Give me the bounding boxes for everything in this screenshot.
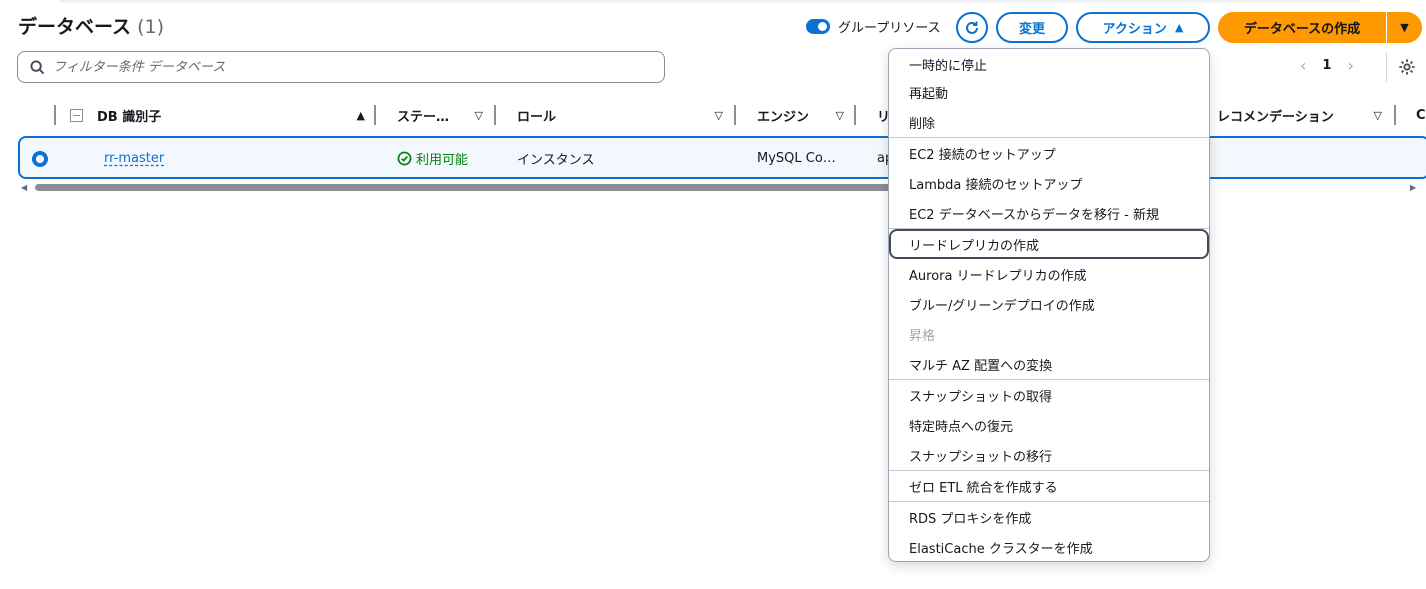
actions-dropdown-menu: 一時的に停止 再起動 削除 EC2 接続のセットアップ Lambda 接続のセッ… [888, 48, 1210, 562]
column-db-identifier[interactable]: DB 識別子 ▲ [97, 100, 365, 130]
column-role[interactable]: ロール ▽ [517, 100, 723, 130]
sort-icon: ▽ [835, 108, 844, 122]
column-status[interactable]: ステー… ▽ [397, 100, 483, 130]
menu-item-migrate-from-ec2[interactable]: EC2 データベースからデータを移行 - 新規 [889, 198, 1209, 228]
menu-item-lambda-connection[interactable]: Lambda 接続のセットアップ [889, 168, 1209, 198]
column-divider [374, 105, 376, 125]
refresh-button[interactable] [956, 12, 988, 43]
scroll-right-icon[interactable]: ▶ [1410, 183, 1416, 192]
search-icon [30, 59, 45, 74]
sort-icon: ▽ [474, 108, 483, 122]
menu-item-take-snapshot[interactable]: スナップショットの取得 [889, 380, 1209, 410]
column-divider [854, 105, 856, 125]
group-resources-toggle[interactable]: グループリソース [806, 17, 941, 36]
engine-cell: MySQL Co… [757, 150, 836, 166]
status-badge: 利用可能 [397, 138, 468, 178]
resource-count: (1) [137, 16, 164, 38]
toggle-switch[interactable] [806, 19, 830, 34]
menu-item-delete[interactable]: 削除 [889, 107, 1209, 137]
column-divider [494, 105, 496, 125]
row-radio[interactable] [32, 151, 48, 167]
pagination: ‹ 1 › [1300, 56, 1354, 75]
actions-button[interactable]: アクション ▲ [1076, 12, 1210, 43]
preferences-button[interactable] [1398, 58, 1416, 80]
chevron-right-icon[interactable]: › [1347, 56, 1353, 75]
scroll-thumb[interactable] [35, 184, 895, 191]
page-number[interactable]: 1 [1322, 58, 1331, 73]
column-engine[interactable]: エンジン ▽ [757, 100, 844, 130]
column-recommendations[interactable]: レコメンデーション ▽ [1217, 100, 1382, 130]
caret-up-icon: ▲ [1174, 21, 1184, 34]
page-title: データベース (1) [18, 16, 164, 38]
menu-item-create-read-replica[interactable]: リードレプリカの作成 [889, 229, 1209, 259]
divider [1386, 52, 1387, 82]
top-shadow [60, 0, 1360, 4]
menu-item-create-elasticache[interactable]: ElastiCache クラスターを作成 [889, 532, 1209, 561]
menu-item-point-in-time-restore[interactable]: 特定時点への復元 [889, 410, 1209, 440]
actions-label: アクション [1102, 22, 1167, 37]
menu-item-convert-multi-az[interactable]: マルチ AZ 配置への変換 [889, 349, 1209, 379]
chevron-left-icon[interactable]: ‹ [1300, 56, 1306, 75]
group-resources-label: グループリソース [838, 21, 941, 36]
menu-item-reboot[interactable]: 再起動 [889, 77, 1209, 107]
db-identifier-link[interactable]: rr-master [104, 138, 164, 178]
column-divider [1394, 105, 1396, 125]
menu-item-stop-temporarily[interactable]: 一時的に停止 [889, 49, 1209, 79]
table-header: DB 識別子 ▲ ステー… ▽ ロール ▽ エンジン ▽ リ レコメンデーション ▽ C [18, 100, 1426, 130]
menu-item-create-rds-proxy[interactable]: RDS プロキシを作成 [889, 502, 1209, 532]
scroll-left-icon[interactable]: ◀ [21, 183, 27, 192]
column-divider [54, 105, 56, 125]
menu-item-migrate-snapshot[interactable]: スナップショットの移行 [889, 440, 1209, 470]
collapse-icon [70, 108, 83, 122]
menu-item-create-blue-green[interactable]: ブルー/グリーンデプロイの作成 [889, 289, 1209, 319]
modify-button[interactable]: 変更 [996, 12, 1068, 43]
menu-item-create-aurora-read-replica[interactable]: Aurora リードレプリカの作成 [889, 259, 1209, 289]
column-divider [734, 105, 736, 125]
search-input[interactable] [53, 59, 613, 75]
create-database-button[interactable]: データベースの作成 [1218, 12, 1386, 43]
filter-search[interactable] [17, 51, 665, 83]
refresh-icon [966, 21, 978, 34]
gear-icon [1399, 59, 1415, 75]
column-c[interactable]: C [1416, 100, 1426, 130]
caret-down-icon: ▼ [1400, 21, 1409, 34]
select-all-checkbox[interactable] [70, 100, 83, 130]
role-cell: インスタンス [517, 152, 595, 168]
menu-item-create-zero-etl[interactable]: ゼロ ETL 統合を作成する [889, 471, 1209, 501]
check-circle-icon [397, 151, 412, 165]
menu-item-promote: 昇格 [909, 328, 936, 344]
create-database-dropdown[interactable]: ▼ [1386, 12, 1422, 43]
menu-item-ec2-connection[interactable]: EC2 接続のセットアップ [889, 138, 1209, 168]
sort-icon: ▽ [1373, 108, 1382, 122]
table-row[interactable]: rr-master 利用可能 インスタンス MySQL Co… ap [18, 136, 1426, 179]
sort-icon: ▽ [714, 108, 723, 122]
sort-ascending-icon: ▲ [356, 108, 365, 122]
